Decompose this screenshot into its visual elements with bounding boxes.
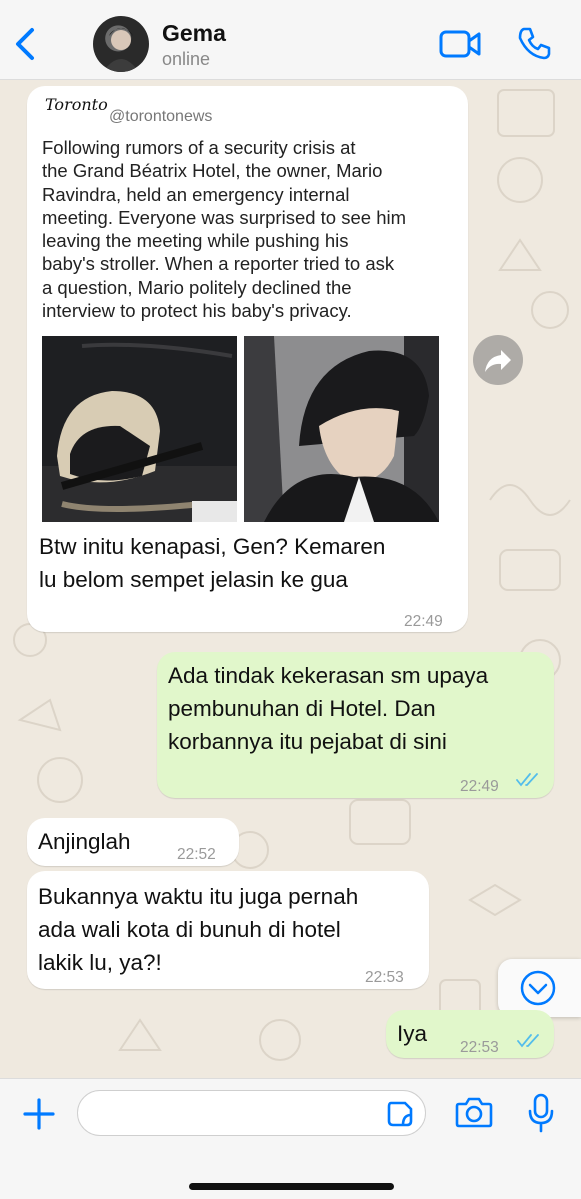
share-icon <box>485 350 511 372</box>
chevron-down-icon <box>520 970 556 1006</box>
message-time: 22:52 <box>177 846 216 863</box>
message-text: Anjinglah <box>38 829 131 854</box>
outgoing-message[interactable]: Iya 22:53 <box>386 1010 554 1058</box>
message-text: Bukannya waktu itu juga pernah ada wali … <box>38 880 358 979</box>
message-text: Iya <box>397 1021 428 1046</box>
read-receipt-icon <box>517 1034 539 1048</box>
plus-icon[interactable] <box>22 1097 56 1131</box>
message-line: Bukannya waktu itu juga pernah <box>38 884 359 909</box>
message-time: 22:53 <box>460 1039 499 1056</box>
scroll-to-bottom-button[interactable] <box>498 959 581 1017</box>
contact-name[interactable]: Gema <box>162 20 226 47</box>
message-time: 22:53 <box>365 969 404 986</box>
read-receipt-icon <box>516 773 538 787</box>
message-composer <box>0 1078 581 1199</box>
camera-icon[interactable] <box>455 1095 493 1129</box>
contact-status: online <box>162 49 211 69</box>
avatar[interactable] <box>93 16 149 72</box>
tweet-text: Following rumors of a security crisis at… <box>42 136 462 322</box>
stroller-photo[interactable] <box>42 336 237 522</box>
incoming-message[interactable]: Anjinglah 22:52 <box>27 818 239 866</box>
share-button[interactable] <box>473 335 523 385</box>
incoming-message[interactable]: Bukannya waktu itu juga pernah ada wali … <box>27 871 429 989</box>
message-line: lakik lu, ya?! <box>38 950 162 975</box>
tweet-line: Ravindra, held an emergency internal <box>42 183 350 205</box>
home-indicator <box>189 1183 394 1190</box>
tweet-line: interview to protect his baby's privacy. <box>42 300 352 322</box>
message-line: ada wali kota di bunuh di hotel <box>38 917 341 942</box>
news-handle: @torontonews <box>109 108 213 125</box>
message-line: Btw initu kenapasi, Gen? Kemaren <box>39 534 386 559</box>
message-line: korbannya itu pejabat di sini <box>168 729 447 754</box>
message-input[interactable] <box>77 1090 426 1136</box>
message-text: Btw initu kenapasi, Gen? Kemaren lu belo… <box>39 530 459 596</box>
phone-call-icon[interactable] <box>516 26 552 62</box>
back-icon[interactable] <box>10 24 40 64</box>
message-text: Ada tindak kekerasan sm upaya pembunuhan… <box>168 659 488 758</box>
outgoing-message[interactable]: Ada tindak kekerasan sm upaya pembunuhan… <box>157 652 554 798</box>
message-line: lu belom sempet jelasin ke gua <box>39 567 348 592</box>
message-line: pembunuhan di Hotel. Dan <box>168 696 436 721</box>
tweet-line: Following rumors of a security crisis at <box>42 137 356 158</box>
tweet-line: the Grand Béatrix Hotel, the owner, Mari… <box>42 160 383 182</box>
tweet-line: meeting. Everyone was surprised to see h… <box>42 206 407 228</box>
shared-tweet-message[interactable]: Toronto @torontonews Following rumors of… <box>27 86 468 632</box>
tweet-line: a question, Mario politely declined the <box>42 276 352 298</box>
chat-header: Gema online <box>0 0 581 80</box>
message-time: 22:49 <box>460 778 499 795</box>
tweet-line: baby's stroller. When a reporter tried t… <box>42 253 395 275</box>
sticker-icon[interactable] <box>386 1100 414 1128</box>
news-source-logo: Toronto <box>45 95 108 114</box>
tweet-line: leaving the meeting while pushing his <box>42 230 349 252</box>
mic-icon[interactable] <box>527 1093 555 1133</box>
video-call-icon[interactable] <box>439 27 481 61</box>
message-time: 22:49 <box>404 613 443 630</box>
man-photo[interactable] <box>244 336 439 522</box>
message-line: Ada tindak kekerasan sm upaya <box>168 663 489 688</box>
